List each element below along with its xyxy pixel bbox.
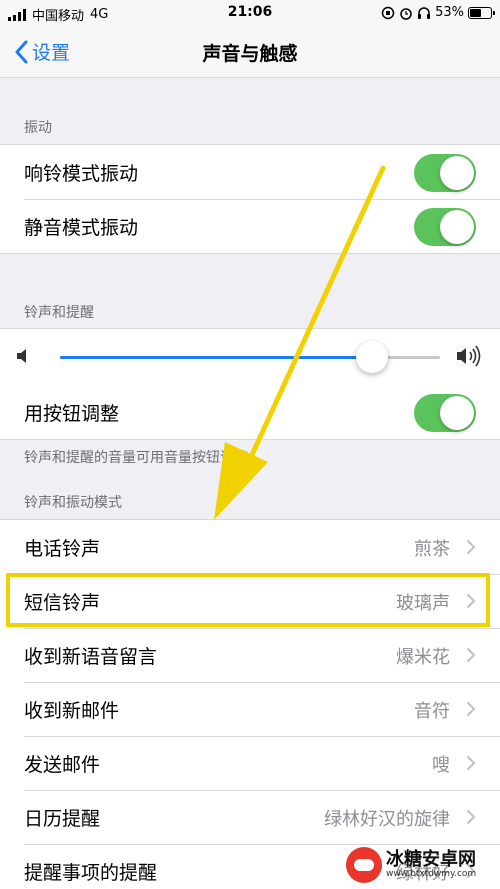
sent-mail-row[interactable]: 发送邮件 嗖 [0,736,500,790]
calendar-alerts-row[interactable]: 日历提醒 绿林好汉的旋律 [0,790,500,844]
status-right: 53% [381,5,495,20]
rotation-lock-icon [381,6,395,19]
volume-slider-fill [60,356,372,359]
section-header-patterns: 铃声和振动模式 [24,495,122,511]
calendar-alerts-value: 绿林好汉的旋律 [324,809,450,830]
ringtone-value: 煎茶 [414,539,450,560]
new-voicemail-value: 爆米花 [396,647,450,668]
watermark-text: 冰糖安卓网 www.btxtdwmy.com [386,848,477,879]
text-tone-label: 短信铃声 [24,591,101,614]
watermark: 冰糖安卓网 www.btxtdwmy.com [346,843,496,887]
volume-slider-row [0,329,500,385]
alarm-icon [400,7,412,20]
battery-fill [470,8,481,17]
text-tone-row[interactable]: 短信铃声 玻璃声 [0,574,500,628]
new-mail-value: 音符 [414,701,450,722]
new-voicemail-row[interactable]: 收到新语音留言 爆米花 [0,628,500,682]
battery-icon [468,6,495,19]
silent-vibrate-label: 静音模式振动 [24,216,139,239]
change-with-buttons-label: 用按钮调整 [24,402,120,425]
ring-vibrate-row: 响铃模式振动 [0,145,500,199]
ring-vibrate-toggle[interactable] [414,154,476,192]
watermark-name: 冰糖安卓网 [386,848,476,870]
page-title: 声音与触感 [202,43,298,65]
ring-vibrate-label: 响铃模式振动 [24,162,139,185]
section-header-vibration: 振动 [24,120,52,136]
headphones-icon [418,6,431,19]
patterns-group: 电话铃声 煎茶 短信铃声 玻璃声 收到新语音留言 爆米花 收到新邮件 音符 发送… [0,519,500,889]
volume-high-icon [457,345,481,367]
toggle-knob [440,210,474,244]
new-mail-label: 收到新邮件 [24,699,120,722]
navigation-bar: 设置 声音与触感 [0,26,500,78]
battery-percent: 53% [435,5,464,20]
chevron-right-icon [466,755,476,771]
volume-slider-thumb[interactable] [355,341,388,373]
ringtone-row[interactable]: 电话铃声 煎茶 [0,520,500,574]
watermark-logo-icon [346,847,382,883]
sent-mail-label: 发送邮件 [24,753,101,776]
watermark-url: www.btxtdwmy.com [386,868,477,879]
status-bar: 中国移动 4G 21:06 53% [0,0,500,26]
toggle-knob [440,396,474,430]
chevron-right-icon [466,539,476,555]
vibration-group: 响铃模式振动 静音模式振动 [0,144,500,254]
reminder-alerts-label: 提醒事项的提醒 [24,861,158,884]
chevron-right-icon [466,647,476,663]
change-with-buttons-toggle[interactable] [414,394,476,432]
chevron-right-icon [466,809,476,825]
silent-vibrate-toggle[interactable] [414,208,476,246]
section-header-ringer: 铃声和提醒 [24,305,94,321]
ringer-group: 用按钮调整 [0,328,500,440]
ringtone-label: 电话铃声 [24,537,101,560]
calendar-alerts-label: 日历提醒 [24,807,101,830]
text-tone-value: 玻璃声 [396,593,450,614]
change-with-buttons-row: 用按钮调整 [0,385,500,439]
volume-low-icon [17,349,26,363]
chevron-right-icon [466,593,476,609]
new-voicemail-label: 收到新语音留言 [24,645,158,668]
new-mail-row[interactable]: 收到新邮件 音符 [0,682,500,736]
toggle-knob [440,156,474,190]
silent-vibrate-row: 静音模式振动 [0,199,500,253]
sent-mail-value: 嗖 [432,755,450,776]
ringer-footnote: 铃声和提醒的音量可用音量按钮调整。 [24,450,262,466]
chevron-right-icon [466,701,476,717]
